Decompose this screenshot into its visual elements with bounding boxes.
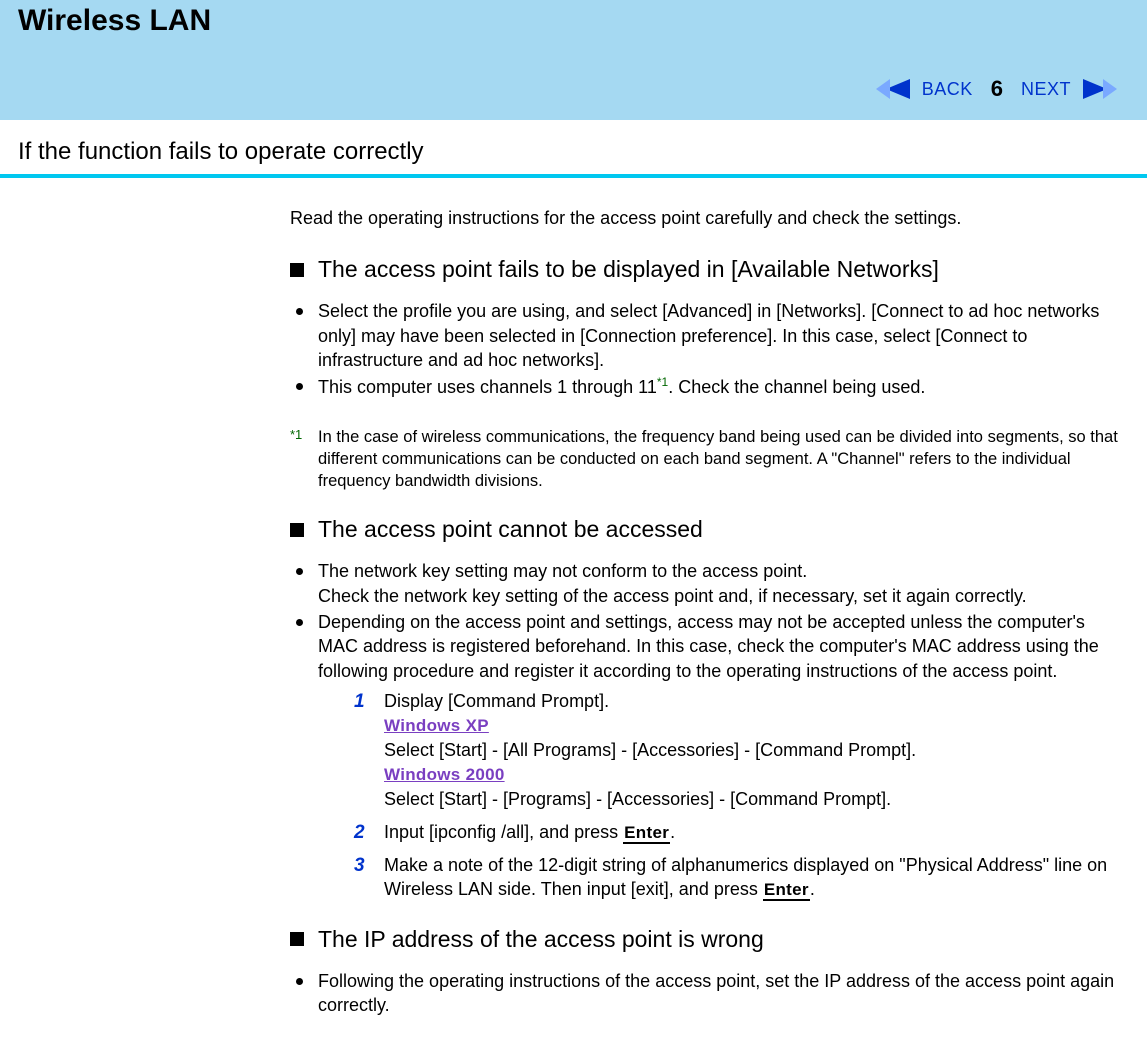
intro-text: Read the operating instructions for the … xyxy=(290,206,1129,230)
step-item: 1 Display [Command Prompt]. Windows XP S… xyxy=(354,689,1129,812)
bullet-list: Select the profile you are using, and se… xyxy=(290,299,1129,399)
step-text: . xyxy=(810,879,815,899)
back-arrow-icon[interactable] xyxy=(876,77,910,101)
bullet-list: Following the operating instructions of … xyxy=(290,969,1129,1018)
list-item: Select the profile you are using, and se… xyxy=(290,299,1129,372)
footnote-ref: *1 xyxy=(657,375,668,389)
heading-ip-wrong: The IP address of the access point is wr… xyxy=(290,924,1129,955)
pager-nav: BACK 6 NEXT xyxy=(876,76,1117,102)
list-item: This computer uses channels 1 through 11… xyxy=(290,374,1129,399)
back-link[interactable]: BACK xyxy=(922,79,973,100)
step-number: 2 xyxy=(354,820,365,846)
section-subhead-wrap: If the function fails to operate correct… xyxy=(0,138,1147,178)
step-item: 2 Input [ipconfig /all], and press Enter… xyxy=(354,820,1129,845)
heading-cannot-access: The access point cannot be accessed xyxy=(290,514,1129,545)
step-text: . xyxy=(670,822,675,842)
section-available-networks: The access point fails to be displayed i… xyxy=(290,254,1129,492)
bullet-text: Check the network key setting of the acc… xyxy=(318,586,1027,606)
bullet-text: Select the profile you are using, and se… xyxy=(318,301,1099,370)
footnote-marker: *1 xyxy=(290,426,302,444)
header-banner: Wireless LAN BACK 6 NEXT xyxy=(0,0,1147,120)
step-number: 3 xyxy=(354,853,365,879)
section-ip-wrong: The IP address of the access point is wr… xyxy=(290,924,1129,1018)
step-item: 3 Make a note of the 12-digit string of … xyxy=(354,853,1129,902)
bullet-text: . Check the channel being used. xyxy=(668,377,925,397)
bullet-text: The network key setting may not conform … xyxy=(318,561,807,581)
steps-list: 1 Display [Command Prompt]. Windows XP S… xyxy=(354,689,1129,902)
step-number: 1 xyxy=(354,689,365,715)
list-item: The network key setting may not conform … xyxy=(290,559,1129,608)
step-text: Make a note of the 12-digit string of al… xyxy=(384,855,1107,899)
step-text: Input [ipconfig /all], and press xyxy=(384,822,623,842)
footnote: *1 In the case of wireless communication… xyxy=(290,426,1129,493)
os-label-xp: Windows XP xyxy=(384,716,489,735)
heading-available-networks: The access point fails to be displayed i… xyxy=(290,254,1129,285)
list-item: Depending on the access point and settin… xyxy=(290,610,1129,683)
keycap-enter: Enter xyxy=(623,823,670,844)
next-link[interactable]: NEXT xyxy=(1021,79,1071,100)
bullet-text: Following the operating instructions of … xyxy=(318,971,1114,1015)
os-label-2000: Windows 2000 xyxy=(384,765,505,784)
divider xyxy=(0,174,1147,178)
step-text: Select [Start] - [All Programs] - [Acces… xyxy=(384,740,916,760)
keycap-enter: Enter xyxy=(763,880,810,901)
section-subhead: If the function fails to operate correct… xyxy=(0,138,1147,168)
next-arrow-icon[interactable] xyxy=(1083,77,1117,101)
page-title: Wireless LAN xyxy=(18,0,1129,38)
bullet-list: The network key setting may not conform … xyxy=(290,559,1129,682)
step-text: Display [Command Prompt]. xyxy=(384,691,609,711)
bullet-text: Depending on the access point and settin… xyxy=(318,612,1099,681)
step-text: Select [Start] - [Programs] - [Accessori… xyxy=(384,789,891,809)
bullet-text: This computer uses channels 1 through 11 xyxy=(318,377,657,397)
footnote-text: In the case of wireless communications, … xyxy=(318,428,1118,491)
list-item: Following the operating instructions of … xyxy=(290,969,1129,1018)
content-area: Read the operating instructions for the … xyxy=(290,206,1129,1017)
page-number: 6 xyxy=(991,76,1003,102)
section-cannot-access: The access point cannot be accessed The … xyxy=(290,514,1129,901)
